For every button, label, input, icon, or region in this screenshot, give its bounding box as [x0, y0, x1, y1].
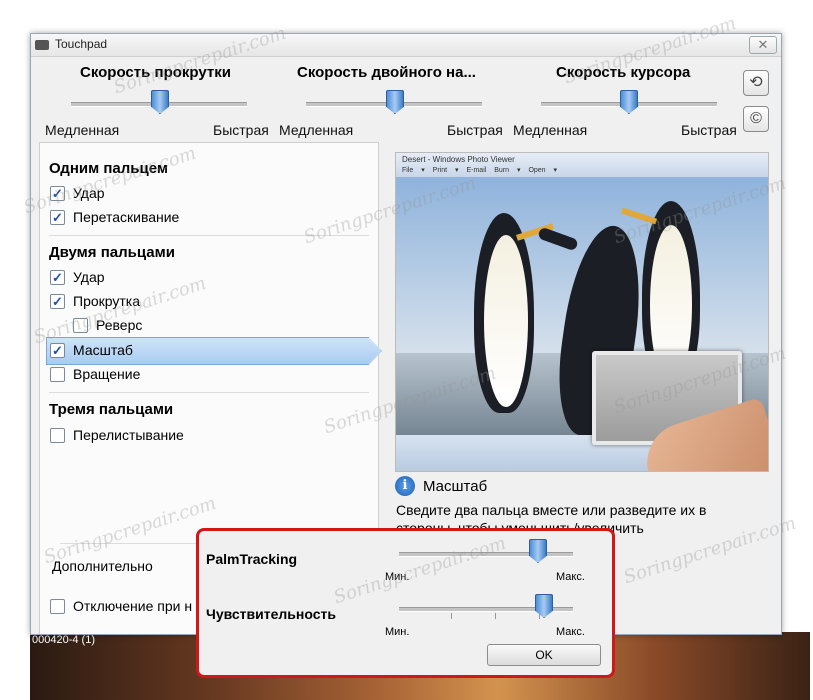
scroll-speed-min: Медленная: [45, 122, 120, 138]
two-finger-zoom-checkbox[interactable]: Масштаб: [50, 339, 133, 362]
checkbox-checked[interactable]: [50, 291, 65, 313]
reset-button[interactable]: ⟲: [743, 70, 769, 96]
ok-button[interactable]: OK: [487, 644, 601, 666]
divider: [49, 392, 369, 393]
two-finger-zoom-label: Масштаб: [73, 342, 133, 358]
checkbox-unchecked[interactable]: [50, 598, 65, 614]
sensitivity-thumb[interactable]: [535, 594, 553, 618]
copyright-button[interactable]: ©: [743, 106, 769, 132]
double-tap-speed-title: Скорость двойного на...: [297, 64, 476, 81]
palm-tracking-label: PalmTracking: [206, 551, 298, 567]
two-finger-tap-label: Удар: [73, 269, 105, 285]
two-finger-tap-checkbox[interactable]: Удар: [50, 266, 105, 289]
two-finger-rotate-label: Вращение: [73, 366, 141, 382]
three-finger-flick-checkbox[interactable]: Перелистывание: [50, 424, 184, 446]
disable-label: Отключение при н: [73, 598, 193, 614]
checkbox-checked[interactable]: [50, 340, 65, 362]
one-finger-drag-label: Перетаскивание: [73, 209, 180, 225]
sensitivity-tick: [451, 613, 452, 619]
sensitivity-tick: [495, 613, 496, 619]
group-three-finger-title: Тремя пальцами: [49, 401, 174, 418]
desktop-file-label: 000420-4 (1): [32, 634, 95, 646]
sensitivity-label: Чувствительность: [206, 606, 336, 622]
cursor-speed-thumb[interactable]: [620, 90, 638, 114]
preview-menu: File ▾ Print ▾ E-mail Burn ▾ Open ▾: [402, 167, 558, 174]
group-two-finger-title: Двумя пальцами: [49, 244, 175, 261]
checkbox-unchecked[interactable]: [50, 427, 65, 443]
reset-icon: ⟲: [749, 74, 763, 91]
window-title: Touchpad: [55, 37, 108, 51]
scroll-speed-thumb[interactable]: [151, 90, 169, 114]
preview-window-title: Desert - Windows Photo Viewer: [402, 155, 515, 164]
sensitivity-min: Мин.: [385, 626, 410, 638]
checkbox-unchecked[interactable]: [50, 366, 65, 382]
checkbox-checked[interactable]: [50, 207, 65, 229]
copyright-icon: ©: [750, 110, 762, 127]
disable-checkbox[interactable]: Отключение при н: [50, 595, 192, 617]
cursor-speed-min: Медленная: [513, 122, 588, 138]
cursor-speed-max: Быстрая: [681, 122, 737, 138]
palm-tracking-max: Макс.: [556, 571, 585, 583]
info-description-line1: Сведите два пальца вместе или разведите …: [396, 502, 707, 518]
two-finger-rotate-checkbox[interactable]: Вращение: [50, 363, 140, 385]
sensitivity-max: Макс.: [556, 626, 585, 638]
info-icon: i: [395, 476, 415, 496]
advanced-settings-popup: PalmTracking Мин. Макс. Чувствительность…: [196, 528, 615, 678]
double-tap-speed-thumb[interactable]: [386, 90, 404, 114]
app-icon: [35, 40, 49, 50]
palm-tracking-thumb[interactable]: [529, 539, 547, 563]
double-tap-speed-max: Быстрая: [447, 122, 503, 138]
close-button[interactable]: ✕: [749, 36, 777, 54]
three-finger-flick-label: Перелистывание: [73, 427, 184, 443]
checkbox-checked[interactable]: [50, 267, 65, 289]
double-tap-speed-min: Медленная: [279, 122, 354, 138]
scroll-speed-max: Быстрая: [213, 122, 269, 138]
info-title: Масштаб: [423, 478, 488, 495]
preview-window-bar: Desert - Windows Photo Viewer File ▾ Pri…: [396, 153, 768, 177]
one-finger-drag-checkbox[interactable]: Перетаскивание: [50, 206, 180, 229]
